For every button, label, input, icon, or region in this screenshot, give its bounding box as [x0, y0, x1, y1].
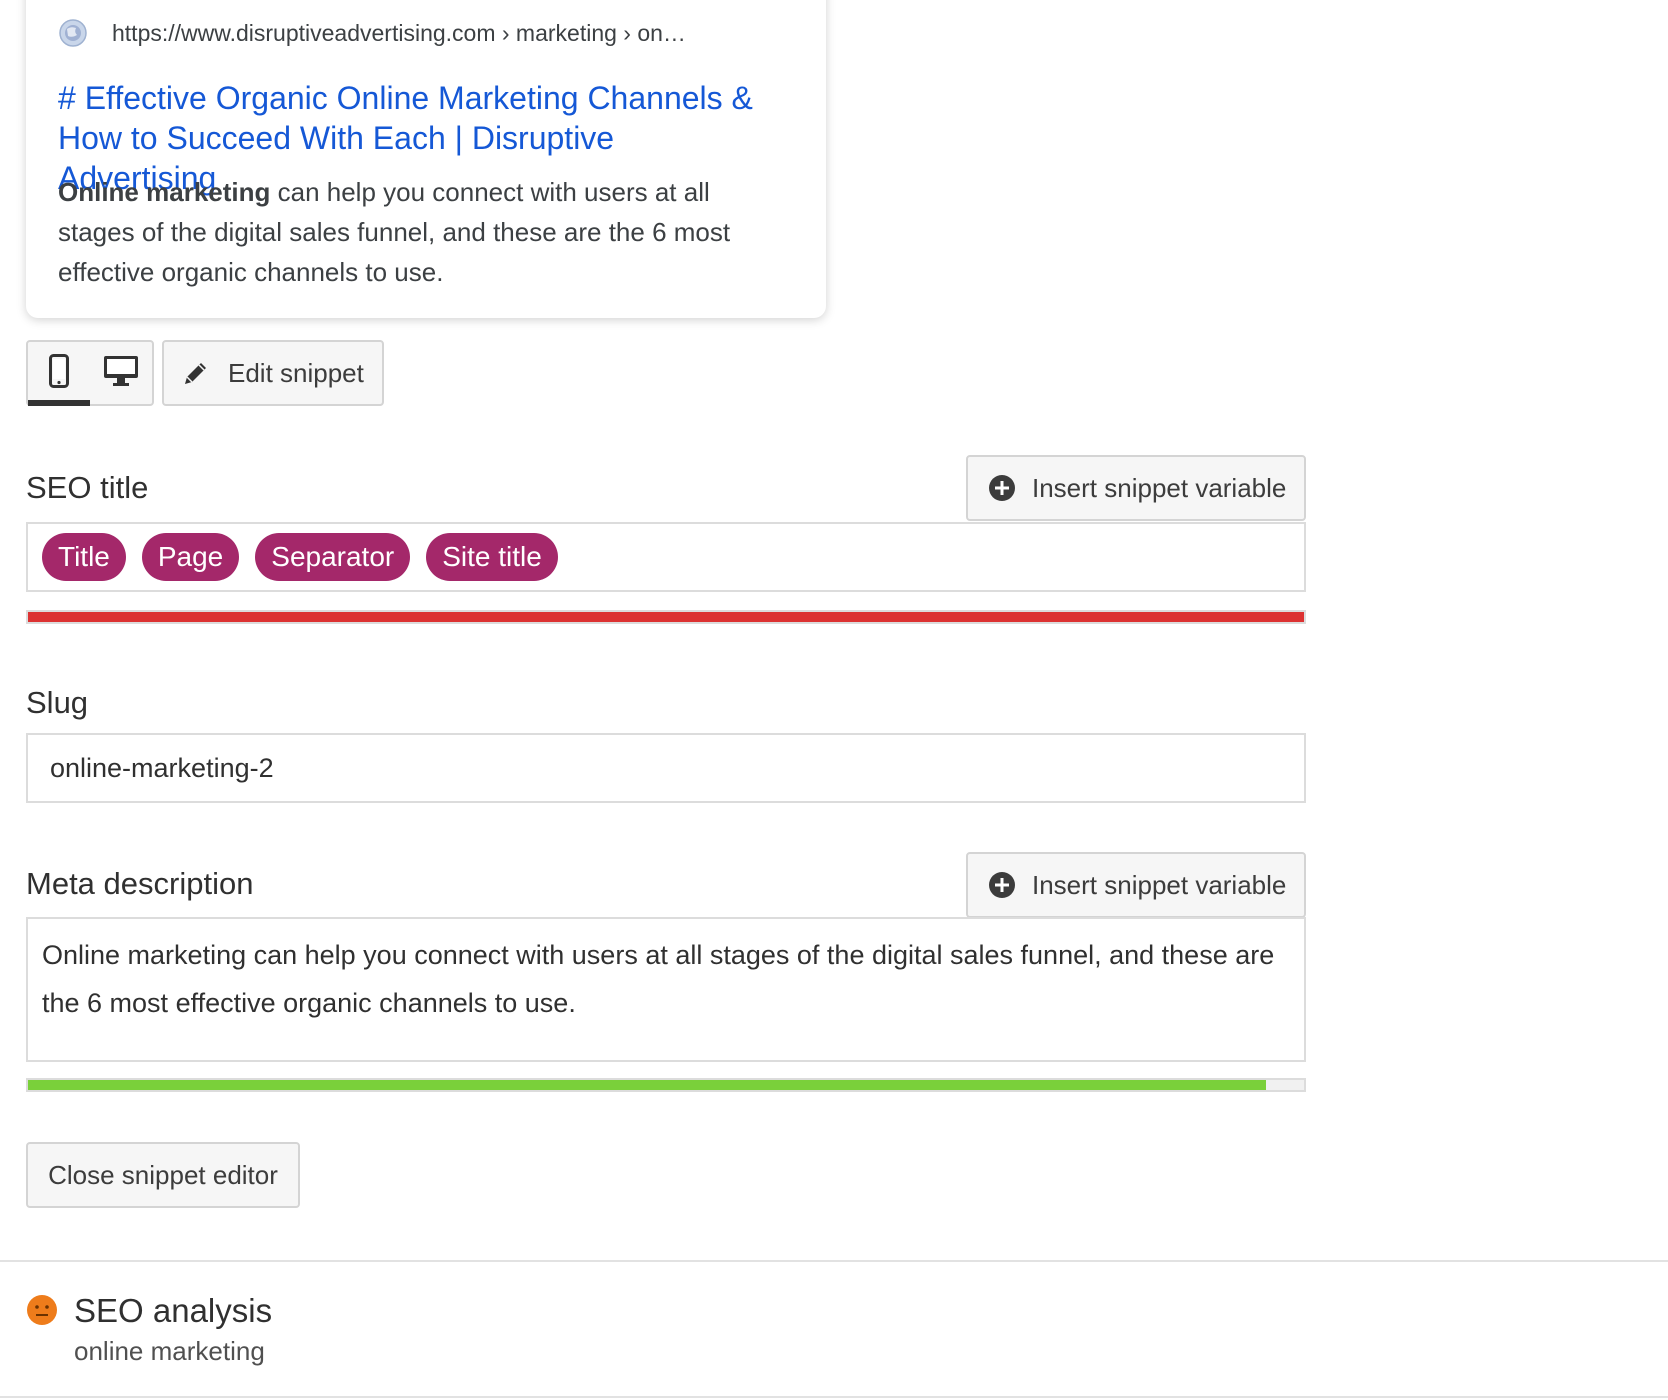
meta-description-length-progress: [26, 1078, 1306, 1092]
search-preview-card: https://www.disruptiveadvertising.com › …: [26, 0, 826, 318]
seo-title-input[interactable]: Title Page Separator Site title: [26, 522, 1306, 592]
seo-title-label: SEO title: [26, 470, 149, 505]
plus-circle-icon: [988, 871, 1016, 899]
preview-description-keyword: Online marketing: [58, 177, 271, 207]
seo-analysis-title[interactable]: SEO analysis: [74, 1292, 272, 1330]
variable-pill-separator[interactable]: Separator: [255, 533, 411, 581]
variable-pill-title[interactable]: Title: [42, 533, 126, 581]
meta-description-insert-variable-button[interactable]: Insert snippet variable: [966, 852, 1306, 918]
meta-description-progress-fill: [28, 1080, 1266, 1090]
pencil-icon: [182, 359, 210, 387]
slug-label: Slug: [26, 685, 89, 720]
edit-snippet-button[interactable]: Edit snippet: [162, 340, 384, 406]
mobile-phone-icon: [49, 353, 69, 393]
seo-title-length-progress: [26, 610, 1306, 624]
preview-mode-toggle: [26, 340, 154, 406]
seo-analysis-keyword: online marketing: [74, 1336, 265, 1366]
globe-icon: [58, 18, 88, 48]
variable-pill-page[interactable]: Page: [141, 533, 240, 581]
neutral-face-icon: [26, 1294, 58, 1331]
section-divider: [0, 1396, 1668, 1398]
edit-snippet-label: Edit snippet: [228, 357, 364, 388]
seo-title-insert-variable-button[interactable]: Insert snippet variable: [966, 455, 1306, 521]
meta-description-textarea[interactable]: Online marketing can help you connect wi…: [26, 917, 1306, 1062]
mobile-preview-button[interactable]: [28, 342, 90, 406]
preview-description: Online marketing can help you connect wi…: [58, 172, 793, 292]
preview-url-row: https://www.disruptiveadvertising.com › …: [58, 18, 686, 48]
desktop-preview-button[interactable]: [90, 342, 152, 404]
slug-input[interactable]: online-marketing-2: [26, 733, 1306, 803]
insert-variable-label: Insert snippet variable: [1032, 869, 1287, 900]
insert-variable-label: Insert snippet variable: [1032, 472, 1287, 503]
seo-title-progress-fill: [28, 612, 1304, 622]
section-divider: [0, 1260, 1668, 1262]
close-snippet-editor-button[interactable]: Close snippet editor: [26, 1142, 300, 1208]
desktop-monitor-icon: [103, 355, 139, 392]
preview-url: https://www.disruptiveadvertising.com › …: [112, 19, 686, 46]
variable-pill-site-title[interactable]: Site title: [426, 533, 558, 581]
meta-description-label: Meta description: [26, 866, 254, 901]
plus-circle-icon: [988, 474, 1016, 502]
